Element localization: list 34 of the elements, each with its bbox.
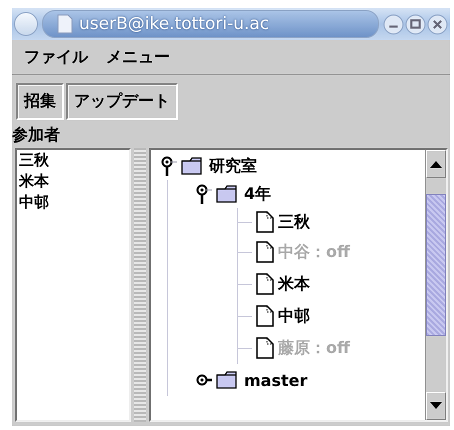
toolbar-button[interactable]: アップデート — [66, 83, 178, 120]
scroll-thumb[interactable] — [426, 194, 446, 336]
scroll-down-button[interactable] — [426, 392, 446, 420]
tree-node-label[interactable]: 米本 — [278, 274, 310, 294]
vertical-scrollbar[interactable] — [425, 150, 446, 420]
document-icon — [256, 211, 274, 233]
maximize-button[interactable] — [405, 14, 426, 34]
tree-node-label[interactable]: master — [244, 370, 308, 390]
document-icon — [256, 241, 274, 263]
window-title: userB@ike.tottori-u.ac — [79, 14, 270, 34]
expanded-handle[interactable] — [161, 155, 177, 177]
down-arrow-icon — [430, 402, 442, 410]
participants-label: 参加者 — [12, 124, 61, 146]
expanded-handle[interactable] — [196, 183, 212, 205]
menu-item[interactable]: ファイル — [24, 46, 88, 68]
collapsed-handle[interactable] — [196, 373, 212, 387]
menu-item[interactable]: メニュー — [106, 46, 170, 68]
minimize-button[interactable] — [383, 14, 404, 34]
toolbar-button[interactable]: 招集 — [16, 83, 64, 120]
participant-item[interactable]: 三秋 — [17, 150, 129, 171]
document-icon — [256, 337, 274, 359]
tree-node-label[interactable]: 4年 — [244, 184, 272, 204]
document-icon — [57, 14, 73, 34]
close-button[interactable] — [427, 14, 448, 34]
participant-item[interactable]: 中邨 — [17, 192, 129, 213]
document-icon — [256, 305, 274, 327]
document-icon — [256, 273, 274, 295]
up-arrow-icon — [430, 160, 442, 168]
tree-node-label[interactable]: 中邨 — [278, 306, 310, 326]
tree-node-label[interactable]: 三秋 — [278, 212, 310, 232]
scroll-up-button[interactable] — [426, 150, 446, 178]
tree-node-label[interactable]: 研究室 — [209, 156, 257, 176]
participant-item[interactable]: 米本 — [17, 171, 129, 192]
splitter-handle[interactable] — [134, 148, 146, 422]
